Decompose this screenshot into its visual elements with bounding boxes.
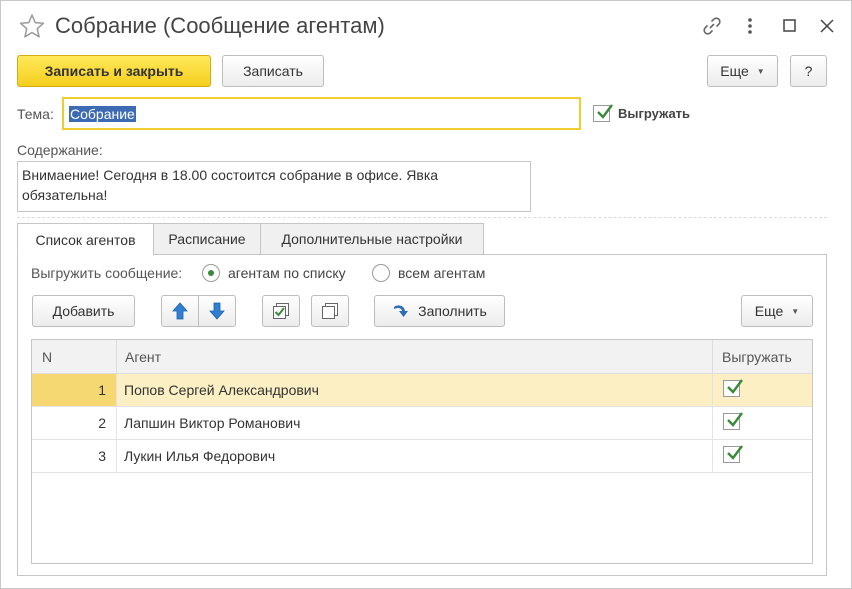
- option-by-list-label: агентам по списку: [228, 265, 346, 281]
- agent-name: Лапшин Виктор Романович: [124, 415, 301, 431]
- content-textarea[interactable]: Внимаение! Сегодня в 18.00 состоится соб…: [17, 161, 531, 212]
- chevron-down-icon: ▼: [791, 306, 800, 316]
- row-export-checkbox[interactable]: [723, 379, 743, 397]
- star-icon[interactable]: [19, 13, 45, 39]
- topic-label: Тема:: [17, 106, 54, 122]
- checkmark-icon: [597, 104, 613, 119]
- uncheck-all-icon: [322, 303, 338, 319]
- tab-label: Расписание: [168, 231, 246, 247]
- column-header-n[interactable]: N: [42, 340, 52, 374]
- radio-dot: [208, 270, 214, 276]
- table-row[interactable]: 1 Попов Сергей Александрович: [32, 374, 812, 407]
- table-more-button[interactable]: Еще ▼: [741, 295, 813, 327]
- tab-additional-settings[interactable]: Дополнительные настройки: [260, 223, 484, 255]
- close-icon[interactable]: [816, 15, 838, 37]
- uncheck-all-button[interactable]: [311, 295, 349, 327]
- save-button[interactable]: Записать: [222, 55, 324, 87]
- topic-value: Собрание: [69, 106, 136, 122]
- option-all-label: всем агентам: [398, 265, 486, 281]
- tab-schedule[interactable]: Расписание: [153, 223, 261, 255]
- agent-name: Лукин Илья Федорович: [124, 448, 276, 464]
- tab-label: Список агентов: [35, 231, 136, 248]
- form-window: Собрание (Сообщение агентам) Записать и …: [0, 0, 852, 589]
- export-checkbox[interactable]: [593, 104, 613, 122]
- title-bar: Собрание (Сообщение агентам): [1, 1, 851, 53]
- table-row[interactable]: 2 Лапшин Виктор Романович: [32, 407, 812, 440]
- checkmark-icon: [727, 445, 743, 460]
- table-row[interactable]: 3 Лукин Илья Федорович: [32, 440, 812, 473]
- column-header-agent[interactable]: Агент: [125, 340, 161, 374]
- save-and-close-button[interactable]: Записать и закрыть: [17, 55, 211, 87]
- content-label: Содержание:: [17, 142, 103, 158]
- radio-by-list[interactable]: [202, 264, 220, 282]
- row-export-checkbox[interactable]: [723, 445, 743, 463]
- more-vertical-icon[interactable]: [739, 15, 761, 37]
- export-label: Выгружать: [618, 106, 691, 121]
- more-button[interactable]: Еще ▼: [707, 55, 778, 87]
- agent-name: Попов Сергей Александрович: [124, 382, 319, 398]
- column-separator: [116, 340, 117, 374]
- row-export-checkbox[interactable]: [723, 412, 743, 430]
- row-number: 3: [98, 448, 106, 464]
- maximize-icon[interactable]: [779, 15, 801, 37]
- move-down-button[interactable]: [198, 295, 236, 327]
- arrow-up-icon: [172, 302, 188, 320]
- arrow-down-icon: [209, 302, 225, 320]
- fill-arrow-icon: [394, 305, 409, 317]
- cell-separator: [116, 440, 117, 472]
- check-all-icon: [273, 303, 289, 319]
- row-number: 2: [98, 415, 106, 431]
- agents-table[interactable]: N Агент Выгружать 1 Попов Сергей Алексан…: [31, 339, 813, 564]
- fill-button[interactable]: Заполнить: [374, 295, 505, 327]
- chevron-down-icon: ▼: [756, 66, 765, 76]
- fill-label: Заполнить: [418, 303, 487, 319]
- move-up-button[interactable]: [161, 295, 199, 327]
- link-icon[interactable]: [701, 15, 723, 37]
- export-mode-label: Выгружить сообщение:: [31, 265, 183, 281]
- row-number: 1: [32, 374, 116, 406]
- table-more-label: Еще: [754, 303, 784, 319]
- divider: [17, 217, 827, 218]
- export-cell: [712, 407, 812, 439]
- radio-all-agents[interactable]: [372, 264, 390, 282]
- more-label: Еще: [720, 63, 749, 79]
- add-label: Добавить: [52, 303, 115, 319]
- export-cell: [712, 440, 812, 472]
- window-title: Собрание (Сообщение агентам): [55, 13, 385, 38]
- check-all-button[interactable]: [262, 295, 300, 327]
- tab-agents-list[interactable]: Список агентов: [17, 223, 154, 256]
- topic-field[interactable]: Собрание: [62, 97, 581, 130]
- table-header: N Агент Выгружать: [32, 340, 812, 374]
- tab-label: Дополнительные настройки: [281, 231, 463, 247]
- save-and-close-label: Записать и закрыть: [44, 63, 184, 79]
- cell-separator: [116, 374, 117, 406]
- export-cell: [712, 374, 812, 406]
- cell-separator: [116, 407, 117, 439]
- add-button[interactable]: Добавить: [32, 295, 135, 327]
- column-header-export[interactable]: Выгружать: [722, 340, 792, 374]
- checkmark-icon: [727, 379, 743, 394]
- help-button[interactable]: ?: [790, 55, 827, 87]
- help-label: ?: [804, 63, 813, 79]
- save-label: Записать: [243, 63, 303, 79]
- column-separator: [712, 340, 713, 374]
- content-value: Внимаение! Сегодня в 18.00 состоится соб…: [22, 167, 439, 203]
- checkmark-icon: [727, 412, 743, 427]
